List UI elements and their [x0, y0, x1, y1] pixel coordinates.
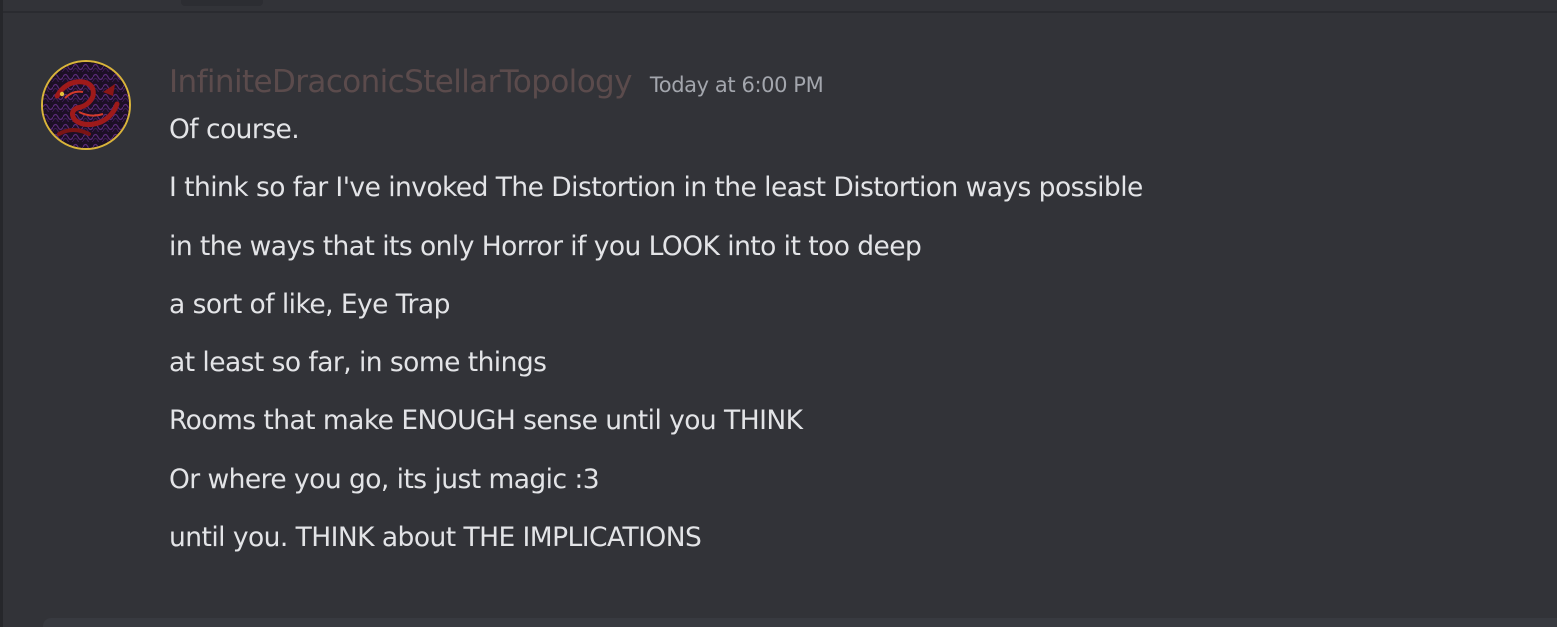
message-divider [3, 11, 1557, 13]
previous-message-edge [181, 0, 263, 6]
timestamp[interactable]: Today at 6:00 PM [650, 73, 824, 97]
message: InfiniteDraconicStellarTopology Today at… [3, 50, 1557, 570]
message-line: a sort of like, Eye Trap [169, 288, 450, 320]
message-line: I think so far I've invoked The Distorti… [169, 172, 1143, 204]
message-line: Or where you go, its just magic :3 [169, 463, 600, 495]
message-body: Of course. I think so far I've invoked T… [169, 110, 1529, 576]
chat-panel: InfiniteDraconicStellarTopology Today at… [0, 0, 1557, 627]
message-line: Of course. [169, 114, 300, 145]
avatar[interactable] [41, 60, 131, 150]
message-line: until you. THINK about THE IMPLICATIONS [169, 522, 702, 554]
message-line: in the ways that its only Horror if you … [169, 230, 922, 262]
message-line: Rooms that make ENOUGH sense until you T… [169, 405, 803, 437]
message-input-edge[interactable] [43, 618, 1557, 627]
dragon-avatar-icon [43, 62, 129, 148]
message-line: at least so far, in some things [169, 347, 547, 379]
username[interactable]: InfiniteDraconicStellarTopology [169, 64, 632, 100]
message-header: InfiniteDraconicStellarTopology Today at… [169, 64, 824, 102]
